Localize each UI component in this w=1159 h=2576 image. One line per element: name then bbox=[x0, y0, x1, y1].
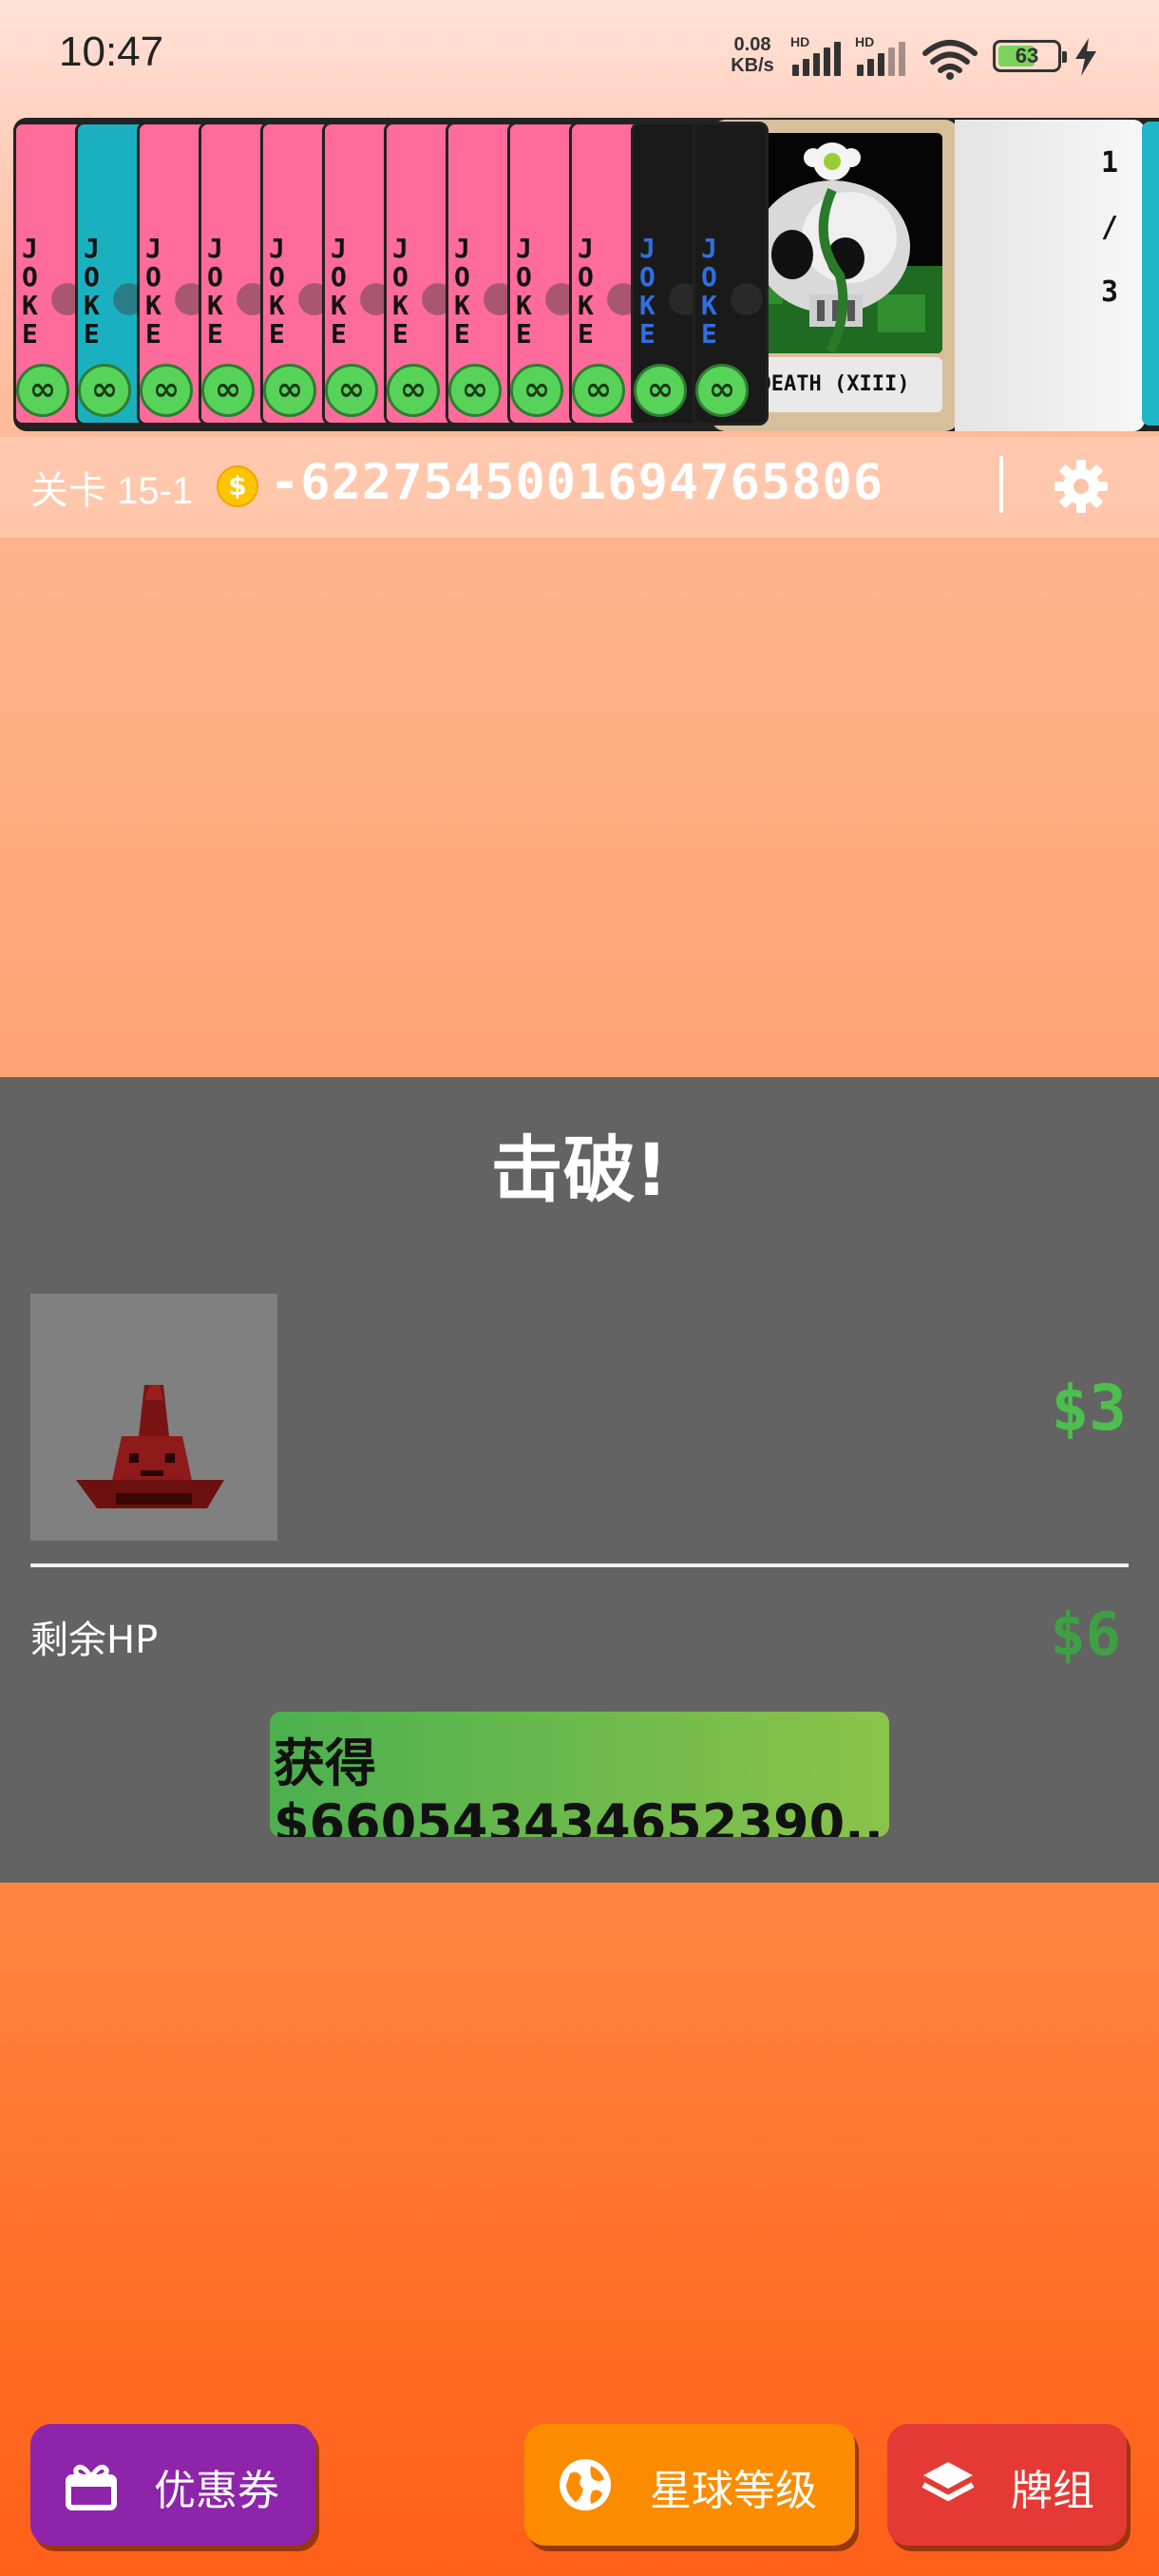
witch-hat-enemy-icon bbox=[76, 1385, 224, 1508]
hd-label: HD bbox=[855, 34, 875, 49]
infinity-badge: ∞ bbox=[263, 364, 316, 417]
gain-value: $660543434652390... bbox=[274, 1793, 889, 1837]
page-total: 3 bbox=[1100, 275, 1118, 309]
joker-card-label: JOKE bbox=[516, 233, 532, 350]
coupon-label: 优惠券 bbox=[154, 2467, 279, 2515]
coin-icon: $ bbox=[217, 465, 258, 507]
infinity-badge: ∞ bbox=[201, 364, 255, 417]
settings-gear-icon[interactable] bbox=[1053, 458, 1110, 515]
infinity-badge: ∞ bbox=[634, 364, 687, 417]
joker-card-label: JOKE bbox=[145, 233, 162, 350]
cell-signal-2-icon: HD bbox=[855, 34, 908, 76]
infinity-badge: ∞ bbox=[695, 364, 749, 417]
layers-icon bbox=[922, 2462, 975, 2501]
battery-level: 63 bbox=[1015, 44, 1039, 67]
money-amount: -6227545001694765806 bbox=[270, 454, 884, 511]
collect-reward-button[interactable]: 获得 $660543434652390... bbox=[270, 1712, 889, 1837]
divider-line bbox=[30, 1563, 1129, 1567]
joker-card-label: JOKE bbox=[701, 233, 717, 350]
infinity-badge: ∞ bbox=[510, 364, 563, 417]
wifi-icon bbox=[922, 40, 978, 80]
network-speed-unit: KB/s bbox=[731, 55, 774, 76]
infinity-badge: ∞ bbox=[387, 364, 440, 417]
planet-level-button[interactable]: 星球等级 bbox=[524, 2424, 855, 2546]
remaining-hp-label: 剩余HP bbox=[30, 1619, 159, 1662]
planet-level-label: 星球等级 bbox=[650, 2467, 817, 2515]
infinity-badge: ∞ bbox=[448, 364, 502, 417]
enemy-portrait bbox=[30, 1294, 277, 1541]
infinity-badge: ∞ bbox=[78, 364, 131, 417]
infinity-badge: ∞ bbox=[325, 364, 378, 417]
hand-page-indicator[interactable]: 1 / 3 bbox=[955, 120, 1145, 431]
infinity-badge: ∞ bbox=[572, 364, 625, 417]
globe-icon bbox=[560, 2459, 611, 2510]
network-speed-value: 0.08 bbox=[733, 34, 771, 55]
next-joker-card-edge[interactable] bbox=[1142, 122, 1159, 426]
hp-reward: $6 bbox=[1050, 1600, 1121, 1669]
hd-label: HD bbox=[790, 34, 810, 49]
infinity-badge: ∞ bbox=[16, 364, 69, 417]
joker-card-label: JOKE bbox=[84, 233, 100, 350]
joker-card[interactable]: J O K E ∞ bbox=[693, 122, 769, 426]
cell-signal-1-icon: HD bbox=[790, 34, 844, 76]
joker-card-art bbox=[728, 276, 766, 333]
joker-card-label: JOKE bbox=[392, 233, 408, 350]
joker-card-label: JOKE bbox=[578, 233, 594, 350]
status-bar: 10:47 0.08 KB/s HD HD 63 bbox=[0, 0, 1159, 114]
gain-label: 获得 bbox=[274, 1733, 376, 1793]
battery-icon: 63 bbox=[993, 40, 1067, 72]
defeat-title: 击破! bbox=[490, 1127, 669, 1212]
gift-icon bbox=[66, 2464, 117, 2510]
level-money-bar: 关卡 15-1 $ -6227545001694765806 bbox=[0, 437, 1159, 538]
enemy-reward: $3 bbox=[1051, 1372, 1127, 1445]
joker-card-label: JOKE bbox=[454, 233, 470, 350]
status-time: 10:47 bbox=[59, 28, 164, 75]
page-separator: / bbox=[1100, 211, 1118, 244]
deck-label: 牌组 bbox=[1011, 2467, 1094, 2515]
infinity-badge: ∞ bbox=[140, 364, 193, 417]
network-speed: 0.08 KB/s bbox=[722, 34, 783, 76]
joker-card-label: JOKE bbox=[207, 233, 223, 350]
charging-icon bbox=[1075, 38, 1096, 76]
joker-card-label: JOKE bbox=[639, 233, 656, 350]
deck-button[interactable]: 牌组 bbox=[887, 2424, 1127, 2546]
joker-card-label: JOKE bbox=[269, 233, 285, 350]
joker-card-label: JOKE bbox=[331, 233, 347, 350]
level-label: 关卡 15-1 bbox=[30, 470, 194, 512]
page-current: 1 bbox=[1100, 146, 1118, 180]
coupon-button[interactable]: 优惠券 bbox=[30, 2424, 315, 2546]
defeat-panel: 击破! $3 剩余HP $6 获得 $660543434652390... bbox=[0, 1077, 1159, 1883]
joker-card-label: JOKE bbox=[22, 233, 38, 350]
divider bbox=[999, 456, 1003, 513]
